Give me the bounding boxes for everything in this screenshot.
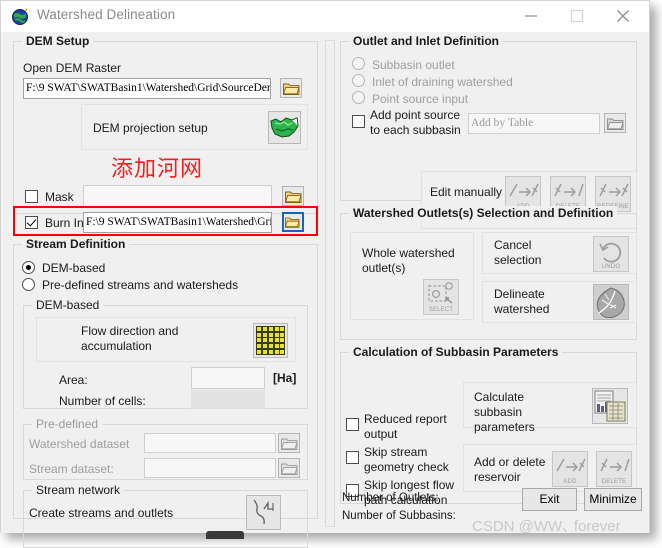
dem-based-title: DEM-based <box>32 298 104 312</box>
reservoir-delete-button: DELETE <box>596 451 632 487</box>
dialog-client-area: DEM Setup Open DEM Raster F:\9 SWAT\SWAT… <box>1 32 649 548</box>
whole-watershed-select-button: SELECT <box>423 279 459 315</box>
close-window-button[interactable] <box>601 1 647 31</box>
cancel-selection-panel: Cancel selection UNDO <box>482 232 637 274</box>
add-by-table-browse-button[interactable] <box>604 113 626 133</box>
reservoir-panel: Add or delete reservoir ADD DELETE <box>463 444 637 492</box>
delineate-watershed-panel: Delineate watershed <box>482 281 637 323</box>
radio-inlet-draining-label: Inlet of draining watershed <box>372 75 513 89</box>
calculate-subbasin-panel: Calculate subbasin parameters <box>463 382 637 434</box>
stream-dataset-label: Stream dataset: <box>29 462 114 476</box>
dem-projection-setup-label: DEM projection setup <box>93 121 208 135</box>
reservoir-add-button: ADD <box>552 451 588 487</box>
open-dem-raster-label: Open DEM Raster <box>23 61 122 75</box>
add-point-source-checkbox[interactable] <box>352 115 365 128</box>
flow-direction-button[interactable] <box>253 323 288 358</box>
add-by-table-input[interactable]: Add by Table <box>468 113 600 134</box>
stream-dataset-input <box>144 458 276 478</box>
radio-subbasin-outlet[interactable] <box>352 57 365 70</box>
whole-watershed-select-caption: SELECT <box>428 307 454 313</box>
outlet-inlet-title: Outlet and Inlet Definition <box>349 34 503 48</box>
add-point-source-label: Add point source to each subbasin <box>370 108 461 137</box>
reduced-report-checkbox[interactable] <box>346 418 359 431</box>
area-input[interactable] <box>191 367 265 389</box>
exit-button[interactable]: Exit <box>522 488 577 511</box>
skip-stream-geometry-label: Skip stream geometry check <box>364 445 449 474</box>
watershed-dataset-input <box>144 433 276 453</box>
whole-watershed-label: Whole watershed outlet(s) <box>362 246 455 275</box>
area-unit-label: [Ha] <box>273 371 297 385</box>
edit-manually-label: Edit manually <box>430 185 503 199</box>
maximize-window-button[interactable] <box>555 1 601 31</box>
radio-dem-based-label: DEM-based <box>42 261 106 275</box>
mask-input[interactable] <box>83 185 272 207</box>
stream-dataset-browse-button <box>278 458 300 478</box>
radio-subbasin-outlet-label: Subbasin outlet <box>372 58 455 72</box>
minimize-window-button[interactable] <box>509 1 555 31</box>
globe-icon <box>11 7 30 26</box>
bottom-tray-artifact <box>206 531 244 539</box>
flow-direction-label: Flow direction and accumulation <box>81 324 179 353</box>
number-of-cells-input <box>191 390 265 409</box>
skip-stream-geometry-checkbox[interactable] <box>346 451 359 464</box>
burn-in-browse-button[interactable] <box>282 212 304 232</box>
radio-point-source-label: Point source input <box>372 92 469 106</box>
cancel-selection-label: Cancel selection <box>494 238 542 267</box>
create-streams-label: Create streams and outlets <box>29 506 174 520</box>
mask-label: Mask <box>45 190 74 204</box>
delineate-watershed-label: Delineate watershed <box>494 287 550 316</box>
number-of-outlets-label: Number of Outlets: <box>342 492 439 504</box>
watershed-dataset-label: Watershed dataset <box>29 437 130 451</box>
create-streams-button[interactable] <box>246 495 281 530</box>
cancel-selection-caption: UNDO <box>601 264 621 270</box>
flow-direction-panel: Flow direction and accumulation <box>36 317 296 362</box>
minimize-button[interactable]: Minimize <box>584 488 642 511</box>
dem-projection-setup-panel: DEM projection setup <box>81 104 308 150</box>
mask-browse-button[interactable] <box>282 186 304 206</box>
watershed-dataset-browse-button <box>278 433 300 453</box>
whole-watershed-panel: Whole watershed outlet(s) SELECT <box>350 232 474 320</box>
reservoir-add-caption: ADD <box>563 479 577 485</box>
panel-divider <box>325 40 335 527</box>
reservoir-label: Add or delete reservoir <box>474 455 546 484</box>
reduced-report-label: Reduced report output <box>364 412 447 441</box>
number-of-subbasins-label: Number of Subbasins: <box>342 510 456 522</box>
dem-setup-title: DEM Setup <box>22 34 94 48</box>
window-title: Watershed Delineation <box>37 7 176 22</box>
burn-in-label: Burn In <box>45 216 84 230</box>
radio-dem-based[interactable] <box>22 261 35 274</box>
burn-in-checkbox[interactable] <box>25 216 38 229</box>
reservoir-delete-caption: DELETE <box>601 479 627 485</box>
watermark-text: CSDN @WW､ forever <box>472 518 621 535</box>
title-bar: Watershed Delineation <box>1 1 649 32</box>
predefined-title: Pre-defined <box>32 417 103 431</box>
watershed-outlets-title: Watershed Outlets(s) Selection and Defin… <box>349 206 618 220</box>
radio-predefined-label: Pre-defined streams and watersheds <box>42 278 239 292</box>
open-dem-raster-input[interactable]: F:\9 SWAT\SWATBasin1\Watershed\Grid\Sour… <box>23 78 271 99</box>
subbasin-params-title: Calculation of Subbasin Parameters <box>349 345 563 359</box>
stream-network-title: Stream network <box>32 483 125 497</box>
watershed-delineation-window: Watershed Delineation DEM Setup Open DEM… <box>0 0 650 548</box>
radio-point-source[interactable] <box>352 91 365 104</box>
mask-checkbox[interactable] <box>25 190 38 203</box>
calculate-subbasin-button[interactable] <box>592 388 628 424</box>
burn-in-input[interactable]: F:\9 SWAT\SWATBasin1\Watershed\Grid\I <box>83 212 272 233</box>
stream-definition-title: Stream Definition <box>22 237 130 251</box>
open-dem-raster-browse-button[interactable] <box>280 78 302 98</box>
number-of-cells-label: Number of cells: <box>59 394 146 408</box>
area-label: Area: <box>59 373 88 387</box>
delineate-watershed-button[interactable] <box>593 284 629 320</box>
calculate-subbasin-label: Calculate subbasin parameters <box>474 390 535 434</box>
annotation-text: 添加河网 <box>111 157 204 182</box>
radio-inlet-draining[interactable] <box>352 74 365 87</box>
cancel-selection-button: UNDO <box>593 236 629 272</box>
radio-predefined[interactable] <box>22 278 35 291</box>
dem-projection-setup-button[interactable] <box>268 111 301 144</box>
